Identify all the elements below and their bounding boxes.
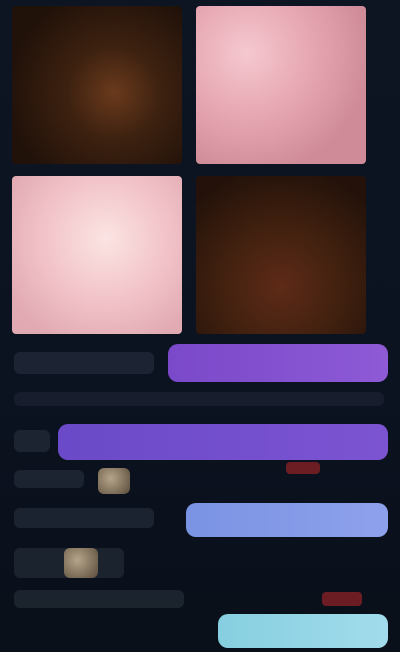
status-badge — [286, 462, 320, 474]
status-badge — [322, 592, 362, 606]
message-meta — [14, 508, 154, 528]
gallery-image-3[interactable] — [12, 176, 182, 334]
thumbnail[interactable] — [98, 468, 130, 494]
gallery-image-1[interactable] — [12, 6, 182, 164]
thumbnail[interactable] — [64, 548, 98, 578]
message-bubble-violet[interactable] — [58, 424, 388, 460]
message-meta — [14, 590, 184, 608]
message-bubble-blue[interactable] — [186, 503, 388, 537]
gallery-image-4[interactable] — [196, 176, 366, 334]
gallery-image-2[interactable] — [196, 6, 366, 164]
message-meta — [14, 352, 154, 374]
chat-screen — [0, 0, 400, 652]
message-meta — [14, 430, 50, 452]
image-gallery — [12, 6, 368, 336]
message-meta — [14, 470, 84, 488]
message-divider — [14, 392, 384, 406]
message-bubble-cyan[interactable] — [218, 614, 388, 648]
message-bubble-purple[interactable] — [168, 344, 388, 382]
